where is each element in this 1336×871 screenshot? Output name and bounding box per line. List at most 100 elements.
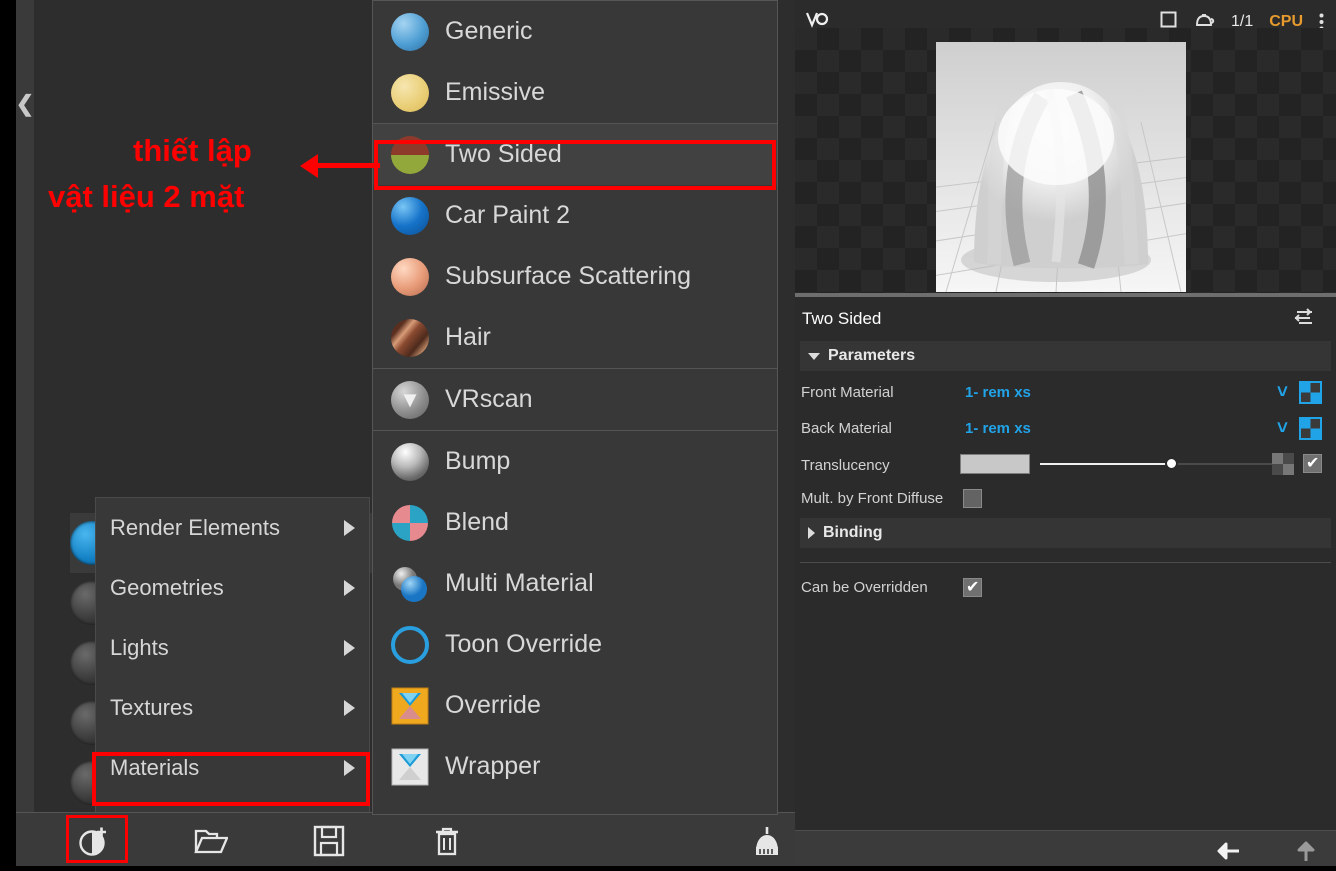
menu-item-label: Geometries: [110, 575, 224, 601]
param-translucency: Translucency: [795, 450, 1336, 480]
translucency-slider[interactable]: [1040, 463, 1278, 465]
materials-highlight-box: [92, 752, 370, 806]
car-paint-sphere-icon: [391, 197, 429, 235]
toon-override-icon: [391, 626, 429, 664]
chevron-left-icon: ❮: [16, 93, 34, 115]
add-material-highlight-box: [66, 815, 128, 863]
menu-item-geometries[interactable]: Geometries: [96, 558, 369, 618]
vrscan-icon: ▼: [391, 381, 429, 419]
bump-sphere-icon: [391, 443, 429, 481]
submenu-arrow-icon: [344, 640, 355, 656]
annotation-arrow-line: [318, 163, 380, 168]
material-swatch-icon[interactable]: [1299, 381, 1322, 404]
slider-knob[interactable]: [1165, 457, 1178, 470]
submenu-arrow-icon: [344, 520, 355, 536]
texture-slot-icon[interactable]: [1272, 453, 1294, 475]
param-label: Can be Overridden: [801, 579, 928, 596]
override-icon: [391, 687, 429, 725]
param-label: Translucency: [801, 457, 890, 474]
settings-sliders-icon[interactable]: [1294, 308, 1314, 331]
material-option-blend[interactable]: Blend: [373, 492, 777, 553]
material-option-generic[interactable]: Generic: [373, 1, 777, 62]
param-can-be-overridden: Can be Overridden: [795, 574, 1336, 601]
rollout-label: Parameters: [828, 347, 915, 365]
blend-sphere-icon: [391, 504, 429, 542]
material-editor-toolbar: [16, 812, 795, 866]
material-option-car-paint-2[interactable]: Car Paint 2: [373, 185, 777, 246]
arrow-up-icon[interactable]: [1295, 839, 1317, 868]
material-option-label: Override: [445, 691, 541, 720]
material-option-subsurface-scattering[interactable]: Subsurface Scattering: [373, 246, 777, 307]
triangle-down-icon: [808, 353, 820, 360]
param-label: Mult. by Front Diffuse: [801, 490, 943, 507]
wrapper-icon: [391, 748, 429, 786]
submenu-arrow-icon: [344, 580, 355, 596]
folder-open-icon: [194, 826, 228, 856]
material-option-label: Generic: [445, 17, 533, 46]
material-option-label: VRscan: [445, 385, 533, 414]
material-option-label: Car Paint 2: [445, 201, 570, 230]
collapse-panel-button[interactable]: ❮: [16, 0, 34, 866]
material-option-wrapper[interactable]: Wrapper: [373, 736, 777, 797]
can-be-overridden-checkbox[interactable]: [963, 578, 982, 597]
material-option-hair[interactable]: Hair: [373, 307, 777, 368]
material-option-label: Subsurface Scattering: [445, 262, 691, 291]
materials-submenu: Generic Emissive Two Sided Car Paint 2 S…: [372, 0, 778, 815]
rollout-parameters[interactable]: Parameters: [800, 341, 1331, 371]
param-front-material: Front Material 1- rem xs ˅: [795, 379, 1336, 406]
menu-item-render-elements[interactable]: Render Elements: [96, 498, 369, 558]
param-mult-by-front-diffuse: Mult. by Front Diffuse: [795, 485, 1336, 512]
param-value[interactable]: 1- rem xs: [965, 420, 1031, 437]
panel-divider: [795, 293, 1336, 297]
menu-item-lights[interactable]: Lights: [96, 618, 369, 678]
multi-material-icon: [391, 565, 429, 603]
menu-item-label: Lights: [110, 635, 169, 661]
trash-icon: [433, 825, 461, 857]
material-option-label: Wrapper: [445, 752, 540, 781]
material-option-label: Bump: [445, 447, 510, 476]
material-option-override[interactable]: Override: [373, 675, 777, 736]
material-swatch-icon[interactable]: [1299, 417, 1322, 440]
param-value[interactable]: 1- rem xs: [965, 384, 1031, 401]
param-back-material: Back Material 1- rem xs ˅: [795, 415, 1336, 442]
delete-button[interactable]: [424, 823, 470, 859]
material-preview[interactable]: [795, 28, 1336, 293]
material-option-emissive[interactable]: Emissive: [373, 62, 777, 123]
cleanup-button[interactable]: [744, 823, 790, 859]
material-option-toon-override[interactable]: Toon Override: [373, 614, 777, 675]
param-label: Front Material: [801, 384, 894, 401]
save-button[interactable]: [306, 823, 352, 859]
emissive-sphere-icon: [391, 74, 429, 112]
material-option-multi-material[interactable]: Multi Material: [373, 553, 777, 614]
menu-item-textures[interactable]: Textures: [96, 678, 369, 738]
rollout-binding[interactable]: Binding: [800, 518, 1331, 548]
rollout-label: Binding: [823, 524, 883, 542]
vray-material-editor-window: ❮ Render Elements: [0, 0, 1336, 871]
mult-by-front-diffuse-checkbox[interactable]: [963, 489, 982, 508]
panel-bottom-bar: [795, 830, 1336, 871]
chevron-down-icon[interactable]: ˅: [1277, 418, 1288, 440]
translucency-color-swatch[interactable]: [960, 454, 1030, 474]
annotation-arrow-head: [300, 154, 318, 178]
floppy-disk-icon: [313, 825, 345, 857]
annotation-line-2: vật liệu 2 mặt: [48, 178, 244, 216]
material-option-label: Toon Override: [445, 630, 602, 659]
material-option-label: Blend: [445, 508, 509, 537]
material-option-bump[interactable]: Bump: [373, 431, 777, 492]
material-name: Two Sided: [802, 309, 881, 329]
material-option-vrscan[interactable]: ▼ VRscan: [373, 369, 777, 430]
translucency-checkbox[interactable]: [1303, 454, 1322, 473]
broom-icon: [749, 825, 785, 857]
open-button[interactable]: [188, 823, 234, 859]
slider-fill: [1040, 463, 1171, 465]
window-bottom-border: [0, 866, 1336, 871]
arrow-left-icon[interactable]: [1213, 840, 1241, 867]
menu-item-label: Render Elements: [110, 515, 280, 541]
annotation-line-1: thiết lập: [133, 132, 252, 170]
material-properties-panel: 1/1 CPU: [795, 0, 1336, 871]
chevron-down-icon[interactable]: ˅: [1277, 382, 1288, 404]
material-option-label: Multi Material: [445, 569, 594, 598]
param-label: Back Material: [801, 420, 892, 437]
submenu-arrow-icon: [344, 700, 355, 716]
material-preview-image: [936, 42, 1186, 292]
